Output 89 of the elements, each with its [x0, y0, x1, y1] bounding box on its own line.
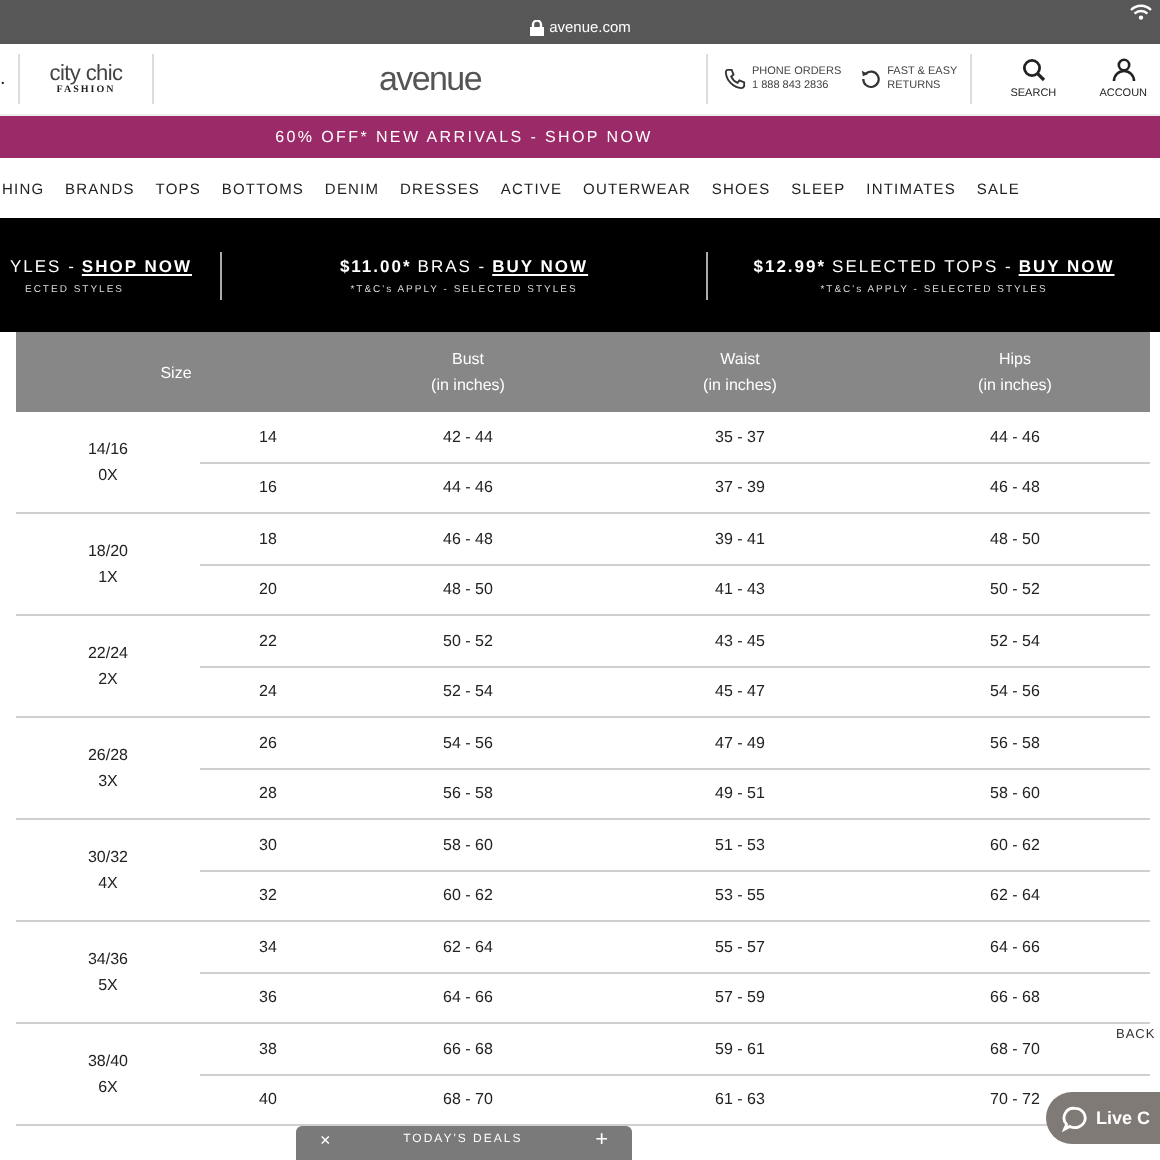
table-cell: 28 — [259, 784, 277, 803]
table-cell: 24 — [259, 682, 277, 701]
partner-logo[interactable]: city chic — [49, 62, 123, 86]
table-cell: 53 - 55 — [715, 886, 765, 905]
chat-bubble-icon — [1062, 1105, 1088, 1131]
table-cell: 54 - 56 — [443, 733, 493, 752]
table-cell: 20 — [259, 580, 277, 599]
table-cell: 48 - 50 — [990, 529, 1040, 548]
size-cell-text: 34/36 5X — [87, 948, 129, 998]
table-cell: 52 - 54 — [443, 682, 493, 701]
table-cell: 44 - 46 — [443, 478, 493, 497]
table-cell: 44 - 46 — [990, 427, 1040, 446]
table-cell: 51 - 53 — [715, 835, 765, 854]
table-cell: 49 - 51 — [715, 784, 765, 803]
table-cell: 62 - 64 — [443, 937, 493, 956]
table-cell: 61 - 63 — [715, 1090, 765, 1109]
size-cell-text: 14/16 0X — [87, 438, 129, 488]
size-cell-text: 26/28 3X — [87, 744, 129, 794]
table-cell: 54 - 56 — [990, 682, 1040, 701]
table-cell: 48 - 50 — [443, 580, 493, 599]
refresh-icon — [859, 68, 882, 90]
person-icon — [1111, 58, 1136, 82]
store-logo[interactable]: avenue — [379, 59, 481, 99]
table-cell: 57 - 59 — [715, 988, 765, 1007]
size-cell-text: 18/20 1X — [87, 540, 129, 590]
table-cell: 43 - 45 — [715, 631, 765, 650]
expand-button[interactable]: + — [595, 1132, 608, 1150]
table-cell: 60 - 62 — [990, 835, 1040, 854]
table-cell: 58 - 60 — [990, 784, 1040, 803]
table-cell: 56 - 58 — [990, 733, 1040, 752]
search-icon — [1021, 58, 1046, 82]
column-header: Waist (in inches) — [703, 348, 777, 398]
size-cell-text: 38/40 6X — [87, 1050, 129, 1100]
table-cell: 14 — [259, 427, 277, 446]
column-header: Size — [160, 361, 192, 385]
table-cell: 22 — [259, 631, 277, 650]
table-cell: 66 - 68 — [443, 1039, 493, 1058]
offer-price: $12.99* — [753, 255, 827, 275]
table-cell: 68 - 70 — [443, 1090, 493, 1109]
table-cell: 45 - 47 — [715, 682, 765, 701]
phone-icon — [724, 68, 746, 90]
offer-link[interactable]: SHOP NOW — [81, 255, 192, 275]
table-cell: 32 — [259, 886, 277, 905]
table-cell: 46 - 48 — [990, 478, 1040, 497]
close-button[interactable]: × — [320, 1132, 331, 1150]
table-cell: 50 - 52 — [990, 580, 1040, 599]
table-cell: 59 - 61 — [715, 1039, 765, 1058]
offer-label: YLES - — [9, 255, 76, 275]
table-cell: 58 - 60 — [443, 835, 493, 854]
table-cell: 38 — [259, 1039, 277, 1058]
table-cell: 36 — [259, 988, 277, 1007]
table-cell: 35 - 37 — [715, 427, 765, 446]
table-cell: 16 — [259, 478, 277, 497]
wifi-icon — [1130, 4, 1152, 20]
table-cell: 68 - 70 — [990, 1039, 1040, 1058]
table-cell: 18 — [259, 529, 277, 548]
table-cell: 47 - 49 — [715, 733, 765, 752]
table-cell: 41 - 43 — [715, 580, 765, 599]
table-cell: 64 - 66 — [990, 937, 1040, 956]
table-cell: 37 - 39 — [715, 478, 765, 497]
table-cell: 55 - 57 — [715, 937, 765, 956]
table-cell: 42 - 44 — [443, 427, 493, 446]
offer-link[interactable]: BUY NOW — [492, 255, 589, 275]
column-header: Hips (in inches) — [978, 348, 1052, 398]
table-cell: 46 - 48 — [443, 529, 493, 548]
table-cell: 62 - 64 — [990, 886, 1040, 905]
table-cell: 39 - 41 — [715, 529, 765, 548]
table-cell: 56 - 58 — [443, 784, 493, 803]
offer-label: SELECTED TOPS - — [832, 255, 1013, 275]
size-cell-text: 22/24 2X — [87, 642, 129, 692]
live-chat-button[interactable]: Live C — [1046, 1092, 1160, 1144]
offer-link[interactable]: BUY NOW — [1018, 255, 1115, 275]
table-cell: 64 - 66 — [443, 988, 493, 1007]
size-cell-text: 30/32 4X — [87, 846, 129, 896]
table-cell: 50 - 52 — [443, 631, 493, 650]
offer-price: $11.00* — [339, 255, 412, 275]
table-cell: 26 — [259, 733, 277, 752]
table-cell: 66 - 68 — [990, 988, 1040, 1007]
partner-logo-edge[interactable]: . — [0, 68, 18, 90]
table-cell: 70 - 72 — [990, 1090, 1040, 1109]
promo-banner[interactable]: 60% OFF* NEW ARRIVALS - SHOP NOW — [0, 116, 1160, 158]
table-cell: 52 - 54 — [990, 631, 1040, 650]
lock-icon — [529, 19, 544, 35]
table-cell: 34 — [259, 937, 277, 956]
column-header: Bust (in inches) — [431, 348, 505, 398]
table-cell: 30 — [259, 835, 277, 854]
offer-label: BRAS - — [417, 255, 487, 275]
table-cell: 60 - 62 — [443, 886, 493, 905]
table-cell: 40 — [259, 1090, 277, 1109]
